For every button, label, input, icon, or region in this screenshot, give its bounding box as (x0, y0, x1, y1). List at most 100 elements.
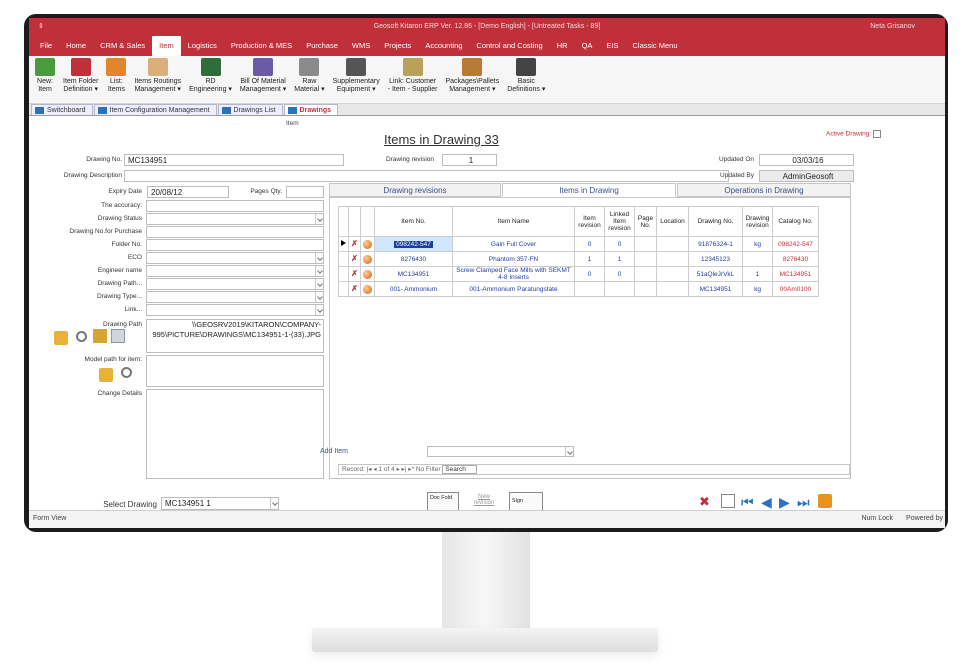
grid-cell[interactable]: Screw Clamped Face Mills with SEKMT 4-8 … (452, 266, 575, 282)
no-filter-button[interactable]: No Filter (416, 466, 441, 473)
grid-cell[interactable]: 098242-547 (772, 236, 819, 252)
grid-cell[interactable]: 0 (574, 236, 605, 252)
grid-cell[interactable] (634, 281, 657, 297)
search-icon[interactable] (76, 331, 87, 342)
ribbon-button-0[interactable]: New: Item (31, 58, 59, 103)
delete-row-cell[interactable]: ✗ (348, 281, 361, 297)
grid-cell[interactable] (656, 236, 689, 252)
field-input-0[interactable] (146, 200, 324, 212)
grid-cell[interactable]: 001- Ammonium (374, 281, 453, 297)
field-input-4[interactable] (146, 252, 324, 264)
dropdown-arrow-icon[interactable] (315, 305, 323, 315)
field-input-2[interactable] (146, 226, 324, 238)
grid-cell[interactable]: 0 (604, 236, 635, 252)
grid-search-input[interactable]: Search (442, 465, 477, 474)
delete-record-icon[interactable]: ✖ (699, 495, 713, 509)
grid-cell[interactable]: 1 (574, 251, 605, 267)
ribbon-button-1[interactable]: Item Folder Definition ▾ (59, 58, 102, 103)
grid-cell[interactable]: 8276430 (772, 251, 819, 267)
grid-cell[interactable]: 8276430 (374, 251, 453, 267)
item-detail-icon[interactable] (363, 254, 372, 264)
grid-cell[interactable]: 91876324-1 (688, 236, 743, 252)
field-input-6[interactable] (146, 278, 324, 290)
grid-cell[interactable]: 51aQleJrVkL (688, 266, 743, 282)
ball-cell[interactable] (360, 266, 375, 282)
grid-cell[interactable]: MC134951 (772, 266, 819, 282)
field-input-8[interactable] (146, 304, 324, 316)
grid-cell[interactable]: 00Am0100 (772, 281, 819, 297)
row-selector[interactable] (338, 281, 349, 297)
previous-record-icon[interactable]: ◀ (761, 495, 775, 509)
menu-item-crm-sales[interactable]: CRM & Sales (93, 36, 152, 56)
updated-on-field[interactable]: 03/03/16 (759, 154, 854, 166)
active-drawing-checkbox[interactable] (873, 130, 881, 138)
field-input-3[interactable] (146, 239, 324, 251)
table-row[interactable]: ✗ MC134951 Screw Clamped Face Mills with S… (338, 266, 819, 282)
subtab-operations-in-drawing[interactable]: Operations in Drawing (677, 183, 851, 197)
new-record-icon[interactable] (721, 494, 735, 508)
model-folder-icon[interactable] (99, 368, 113, 382)
user-name[interactable]: Neta Grisanov (870, 23, 915, 30)
ribbon-button-3[interactable]: Items Routings Management ▾ (130, 58, 185, 103)
grid-cell[interactable] (656, 266, 689, 282)
dropdown-arrow-icon[interactable] (315, 292, 323, 302)
menu-item-classic-menu[interactable]: Classic Menu (626, 36, 685, 56)
grid-cell[interactable]: 0 (574, 266, 605, 282)
subtab-drawing-revisions[interactable]: Drawing revisions (329, 183, 501, 197)
ribbon-button-10[interactable]: Basic Definitions ▾ (503, 58, 549, 103)
model-search-icon[interactable] (121, 367, 132, 378)
menu-item-hr[interactable]: HR (550, 36, 575, 56)
menu-item-qa[interactable]: QA (575, 36, 600, 56)
first-record-button[interactable]: |◂ ◂ (367, 466, 379, 473)
dropdown-arrow-icon[interactable] (315, 253, 323, 263)
drawing-path-field[interactable]: \\GEOSRV2019\KITARON\COMPANY-995\PICTURE… (146, 319, 324, 353)
grid-cell[interactable] (656, 251, 689, 267)
grid-cell[interactable] (634, 236, 657, 252)
document-icon[interactable] (111, 329, 125, 343)
first-record-icon[interactable]: ⏮ (741, 495, 755, 509)
row-selector[interactable] (338, 236, 349, 252)
ribbon-button-5[interactable]: Bill Of Material Management ▾ (236, 58, 290, 103)
grid-cell[interactable] (574, 281, 605, 297)
grid-cell[interactable]: 0 (604, 266, 635, 282)
ribbon-button-4[interactable]: RD Engineering ▾ (185, 58, 236, 103)
grid-cell[interactable] (742, 251, 773, 267)
new-revision-link[interactable]: New revision (469, 494, 499, 506)
add-item-combo[interactable] (427, 446, 574, 457)
menu-item-production-mes[interactable]: Production & MES (224, 36, 299, 56)
tab-switchboard[interactable]: Switchboard (31, 104, 93, 115)
open-folder-icon[interactable] (54, 331, 68, 345)
ball-cell[interactable] (360, 251, 375, 267)
model-path-field[interactable] (146, 355, 324, 387)
pages-qty-field[interactable] (286, 186, 324, 198)
ribbon-button-6[interactable]: Raw Material ▾ (290, 58, 328, 103)
grid-cell[interactable]: 1 (604, 251, 635, 267)
ribbon-button-7[interactable]: Supplementary Equipment ▾ (329, 58, 384, 103)
item-detail-icon[interactable] (363, 239, 372, 249)
grid-cell[interactable]: 098242-547 (374, 236, 453, 252)
menu-item-item[interactable]: Item (152, 36, 181, 56)
menu-item-eis[interactable]: EIS (599, 36, 625, 56)
table-row[interactable]: ✗ 8276430 Phantom 357-FN 1 1 12345123 8276430 (338, 251, 819, 267)
grid-cell[interactable]: Gain Full Cover (452, 236, 575, 252)
delete-row-cell[interactable]: ✗ (348, 236, 361, 252)
field-input-5[interactable] (146, 265, 324, 277)
grid-cell[interactable]: 1 (742, 266, 773, 282)
tab-drawings[interactable]: Drawings (283, 104, 339, 115)
grid-cell[interactable]: 12345123 (688, 251, 743, 267)
ball-cell[interactable] (360, 281, 375, 297)
menu-item-logistics[interactable]: Logistics (181, 36, 224, 56)
drawing-revision-field[interactable]: 1 (442, 154, 497, 166)
selected-item-no[interactable]: 098242-547 (394, 240, 433, 248)
grid-cell[interactable]: kg (742, 236, 773, 252)
menu-item-home[interactable]: Home (59, 36, 93, 56)
subtab-items-in-drawing[interactable]: Items in Drawing (502, 183, 676, 197)
menu-item-control-and-costing[interactable]: Control and Costing (469, 36, 549, 56)
next-record-icon[interactable]: ▶ (779, 495, 793, 509)
grid-cell[interactable]: kg (742, 281, 773, 297)
delete-row-icon[interactable]: ✗ (351, 270, 359, 278)
table-row[interactable]: ✗ 001- Ammonium 001-Ammonium Paratungstate… (338, 281, 819, 297)
menu-item-accounting[interactable]: Accounting (418, 36, 469, 56)
row-selector[interactable] (338, 266, 349, 282)
dropdown-arrow-icon[interactable] (315, 279, 323, 289)
